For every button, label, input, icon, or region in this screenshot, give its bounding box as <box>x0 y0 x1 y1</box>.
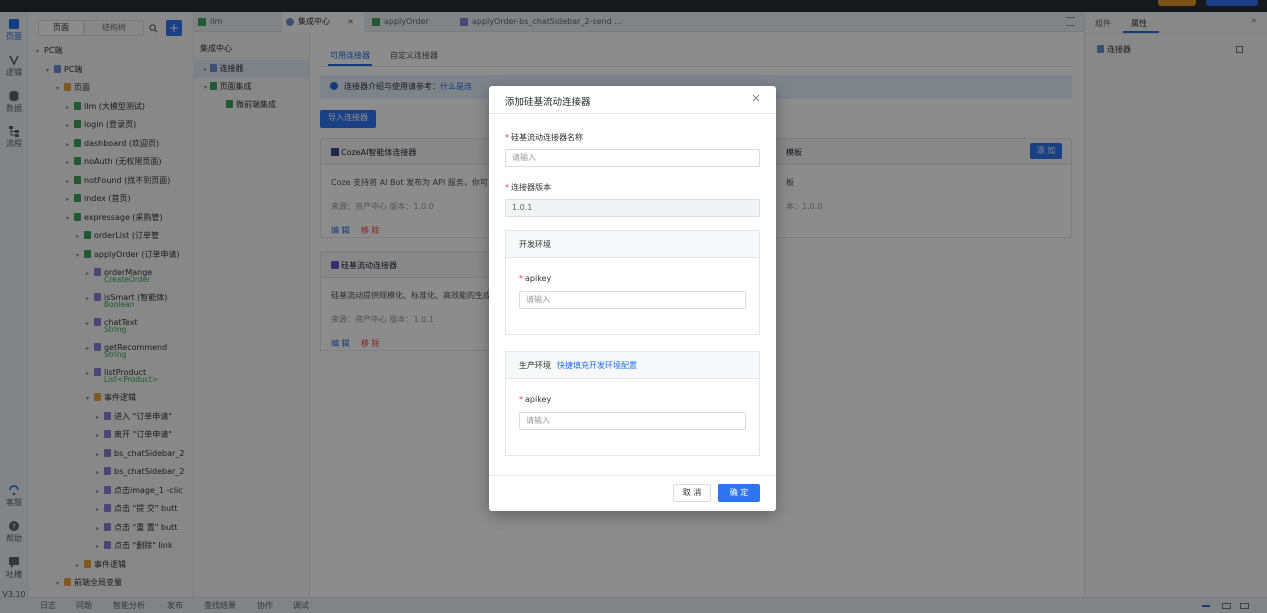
dialog-footer-divider <box>489 475 776 476</box>
prod-env-section: 生产环境 快捷填充开发环境配置 * apikey 请输入 <box>505 351 760 456</box>
connector-name-input[interactable]: 请输入 <box>505 149 760 167</box>
prod-env-title: 生产环境 <box>519 361 551 370</box>
confirm-button[interactable]: 确 定 <box>718 484 760 502</box>
dev-env-title: 开发环境 <box>506 231 759 258</box>
prod-apikey-input[interactable]: 请输入 <box>519 412 746 430</box>
prod-env-header: 生产环境 快捷填充开发环境配置 <box>506 352 759 379</box>
dev-apikey-label-text: apikey <box>525 274 552 283</box>
quick-fill-link[interactable]: 快捷填充开发环境配置 <box>557 361 637 370</box>
prod-apikey-label: * apikey <box>519 395 552 404</box>
prod-apikey-label-text: apikey <box>525 395 552 404</box>
name-label: * 硅基流动连接器名称 <box>505 133 583 142</box>
dev-apikey-input[interactable]: 请输入 <box>519 291 746 309</box>
cancel-button[interactable]: 取 消 <box>673 484 711 502</box>
version-label-text: 连接器版本 <box>511 183 551 192</box>
add-connector-dialog: 添加硅基流动连接器 × * 硅基流动连接器名称 请输入 * 连接器版本 1.0.1 … <box>489 86 776 511</box>
version-label: * 连接器版本 <box>505 183 551 192</box>
dialog-title: 添加硅基流动连接器 <box>505 97 591 108</box>
dialog-header-divider <box>489 113 776 114</box>
dev-env-section: 开发环境 * apikey 请输入 <box>505 230 760 335</box>
name-label-text: 硅基流动连接器名称 <box>511 133 583 142</box>
close-icon[interactable]: × <box>751 91 761 105</box>
connector-version-input[interactable]: 1.0.1 <box>505 199 760 217</box>
dev-apikey-label: * apikey <box>519 274 552 283</box>
